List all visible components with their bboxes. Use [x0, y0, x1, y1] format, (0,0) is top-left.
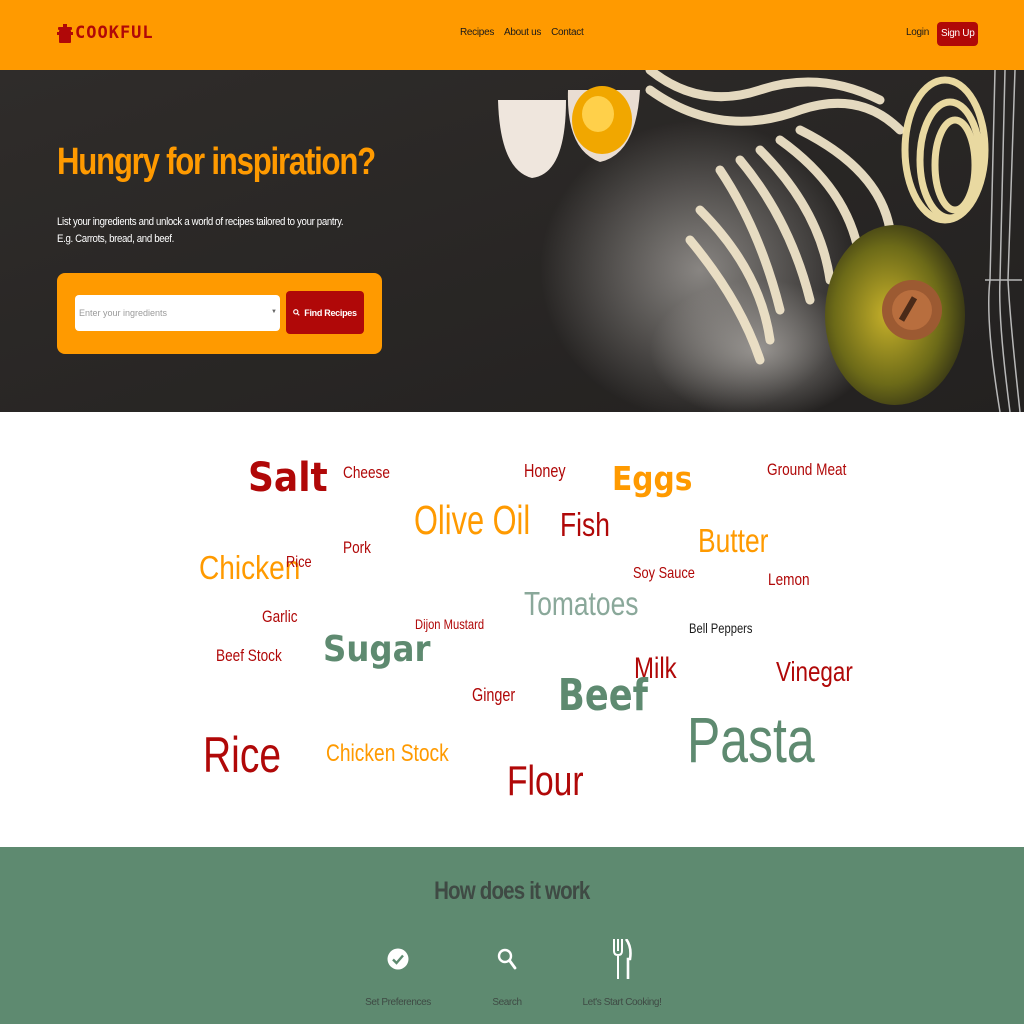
word-cloud-item[interactable]: Ginger — [472, 686, 515, 704]
word-cloud-item[interactable]: Beef Stock — [216, 647, 282, 664]
hero-title: Hungry for inspiration? — [57, 141, 376, 183]
nav-recipes[interactable]: Recipes — [460, 27, 494, 38]
nav-about-us[interactable]: About us — [504, 27, 541, 38]
word-cloud-item[interactable]: Ground Meat — [767, 461, 846, 478]
word-cloud-item[interactable]: Bell Peppers — [689, 621, 753, 635]
check-circle-icon — [338, 937, 458, 981]
brand-name: COOKFUL — [75, 23, 154, 43]
step-label: Search — [492, 997, 522, 1008]
nav-contact[interactable]: Contact — [551, 27, 584, 38]
word-cloud-item[interactable]: Fish — [560, 508, 610, 541]
word-cloud-item[interactable]: Lemon — [768, 571, 810, 588]
word-cloud-item[interactable]: Pork — [343, 539, 371, 556]
word-cloud-item[interactable]: Honey — [524, 462, 566, 480]
how-it-works-title: How does it work — [434, 877, 590, 905]
top-navbar: COOKFUL Recipes About us Contact Login S… — [0, 0, 1024, 70]
step-start-cooking: Let's Start Cooking! — [562, 937, 682, 1008]
main-nav: Recipes About us Contact — [460, 27, 584, 38]
utensils-icon — [562, 937, 682, 981]
search-icon — [293, 309, 300, 316]
word-cloud-item[interactable]: Rice — [203, 730, 281, 780]
find-recipes-label: Find Recipes — [304, 307, 357, 318]
dropdown-caret-icon[interactable]: ▼ — [271, 309, 277, 315]
step-set-preferences: Set Preferences — [338, 937, 458, 1008]
word-cloud-item[interactable]: Salt — [248, 458, 328, 498]
cooking-pot-icon — [57, 22, 73, 44]
search-placeholder: Enter your ingredients — [79, 308, 168, 318]
word-cloud-item[interactable]: Garlic — [262, 608, 298, 625]
word-cloud-item[interactable]: Flour — [507, 760, 584, 802]
word-cloud-item[interactable]: Olive Oil — [414, 500, 530, 541]
login-link[interactable]: Login — [906, 27, 929, 38]
word-cloud-item[interactable]: Eggs — [612, 462, 692, 495]
word-cloud-item[interactable]: Soy Sauce — [633, 566, 695, 582]
ingredient-word-cloud: Salt Cheese Honey Eggs Ground Meat Olive Oil F… — [0, 412, 1024, 847]
word-cloud-item[interactable]: Sugar — [323, 632, 430, 668]
step-search: Search — [447, 937, 567, 1008]
ingredient-search-panel: Enter your ingredients ▼ Find Recipes — [57, 273, 382, 354]
word-cloud-item[interactable]: Cheese — [343, 464, 390, 481]
word-cloud-item[interactable]: Rice — [286, 555, 312, 571]
find-recipes-button[interactable]: Find Recipes — [286, 291, 364, 334]
how-it-works-section: How does it work Set Preferences Search … — [0, 847, 1024, 1024]
word-cloud-item[interactable]: Beef — [558, 674, 648, 718]
ingredient-search-input[interactable]: Enter your ingredients ▼ — [75, 295, 280, 331]
word-cloud-item[interactable]: Chicken Stock — [326, 742, 449, 766]
step-label: Set Preferences — [365, 997, 431, 1008]
hero-subtitle-line-1: List your ingredients and unlock a world… — [57, 216, 344, 228]
signup-button[interactable]: Sign Up — [937, 22, 979, 46]
step-label: Let's Start Cooking! — [582, 997, 662, 1008]
word-cloud-item[interactable]: Butter — [698, 524, 768, 557]
word-cloud-item[interactable]: Pasta — [687, 708, 815, 772]
hero-subtitle: List your ingredients and unlock a world… — [57, 214, 344, 248]
word-cloud-item[interactable]: Tomatoes — [524, 587, 638, 620]
search-icon — [447, 937, 567, 981]
brand-logo[interactable]: COOKFUL — [57, 22, 154, 44]
hero-subtitle-line-2: E.g. Carrots, bread, and beef. — [57, 233, 174, 245]
hero-section: Hungry for inspiration? List your ingred… — [0, 70, 1024, 412]
word-cloud-item[interactable]: Vinegar — [776, 658, 853, 686]
